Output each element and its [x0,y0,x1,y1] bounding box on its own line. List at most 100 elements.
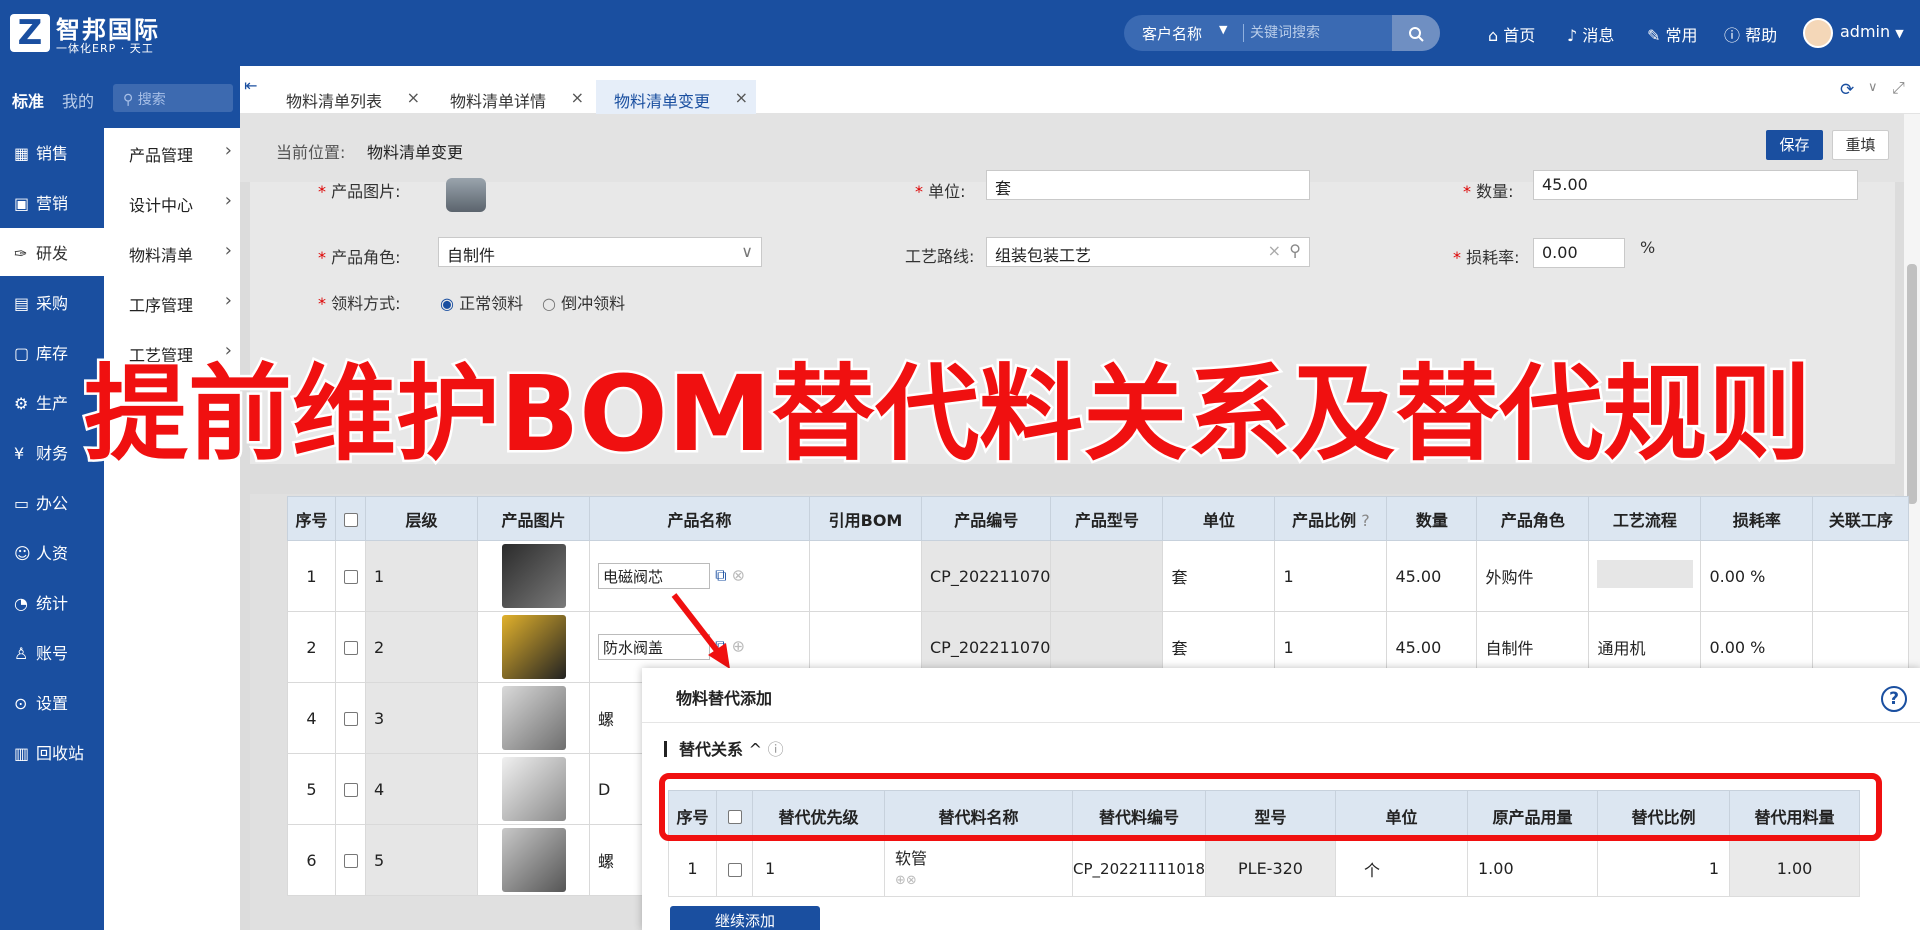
add-icon[interactable]: ⊕⊗ [895,873,917,888]
cell-related-step[interactable] [1812,540,1910,612]
cell-qty[interactable]: 45.00 [1386,540,1478,612]
save-button[interactable]: 保存 [1766,130,1823,160]
sidebar-item-account[interactable]: ♙ 账号 [0,628,104,676]
table-row[interactable]: 1 1 电磁阀芯 ⧉ ⊗ CP_202211070 套 1 45.00 外购件 … [287,540,1910,612]
checkbox[interactable] [343,512,358,527]
unit-value: 套 [995,179,1012,198]
user-name: admin [1840,22,1891,41]
cell-sub-ratio[interactable]: 1 [1597,840,1730,897]
submenu-item-product[interactable]: 产品管理 › [104,128,240,176]
search-input[interactable] [1250,19,1396,47]
chevron-down-icon[interactable]: ∨ [1868,80,1878,95]
sidebar-search[interactable]: ⚲ 搜索 [113,84,233,112]
tab-bom-detail[interactable]: 物料清单详情 × [432,80,592,114]
table-row[interactable]: 1 1 软管 ⊕⊗ CP_20221111018 PLE-320 个 1.00 1… [668,840,1860,897]
cell-select[interactable] [335,611,366,683]
role-select[interactable]: 自制件 ∨ [438,237,762,267]
sidebar-item-hr[interactable]: ☺ 人资 [0,528,104,576]
info-icon[interactable]: ⓘ [768,740,784,759]
user-menu[interactable]: admin ▼ [1840,22,1904,41]
nav-home[interactable]: ⌂ 首页 [1488,22,1535,46]
cell-loss[interactable]: 0.00 % [1700,540,1814,612]
cell-ref-bom [809,540,922,612]
avatar[interactable] [1803,18,1833,48]
sidebar-item-office[interactable]: ▭ 办公 [0,478,104,526]
cell-ratio[interactable]: 1 [1274,540,1388,612]
checkbox[interactable] [343,712,358,726]
reset-button[interactable]: 重填 [1832,130,1889,160]
caret-down-icon[interactable]: ▼ [1219,23,1227,36]
cell-role[interactable]: 外购件 [1476,540,1590,612]
nav-help[interactable]: ⓘ 帮助 [1724,22,1777,46]
help-icon[interactable]: ? [1881,686,1907,712]
unit-select[interactable]: 套 [986,170,1310,200]
quantity-field[interactable]: 45.00 [1533,170,1858,200]
sidebar-item-marketing[interactable]: ▣ 营销 [0,178,104,226]
sidebar-item-settings[interactable]: ⊙ 设置 [0,678,104,726]
cell-select[interactable] [716,840,753,897]
checkbox[interactable] [343,570,358,584]
cell-priority[interactable]: 1 [752,840,885,897]
sidebar-item-purchase[interactable]: ▤ 采购 [0,278,104,326]
cell-sub-name[interactable]: 软管 ⊕⊗ [884,840,1073,897]
nav-favorites[interactable]: ✎ 常用 [1647,22,1698,46]
sidebar-tab-standard[interactable]: 标准 [12,88,44,112]
clear-icon[interactable]: × [1268,241,1281,260]
search-field-select[interactable]: 客户名称 [1142,23,1202,44]
close-icon[interactable]: × [571,88,584,107]
remove-icon[interactable]: ⊗ [732,566,745,585]
product-thumbnail[interactable] [501,828,566,892]
section-header[interactable]: 替代关系 ^ ⓘ [664,736,784,760]
product-thumbnail[interactable] [501,686,566,750]
submenu-item-design[interactable]: 设计中心 › [104,178,240,226]
checkbox[interactable] [343,783,358,797]
cell-image [477,824,590,896]
cell-select[interactable] [335,753,366,825]
cell-unit[interactable]: 个 [1335,840,1468,897]
search-icon[interactable]: ⚲ [1289,241,1301,260]
submenu-item-bom[interactable]: 物料清单 › [104,228,240,276]
briefcase-icon: ▭ [14,494,30,513]
sidebar-item-recycle[interactable]: ▥ 回收站 [0,728,104,776]
product-thumbnail[interactable] [501,757,566,821]
loss-field[interactable]: 0.00 [1533,238,1625,268]
cell-process[interactable] [1588,540,1702,612]
chevron-up-icon[interactable]: ^ [749,740,762,759]
cell-select[interactable] [335,682,366,754]
cell-select[interactable] [335,824,366,896]
close-icon[interactable]: × [735,88,748,107]
tab-bom-change[interactable]: 物料清单变更 × [596,80,756,114]
checkbox[interactable] [727,862,742,877]
product-thumbnail[interactable] [501,615,566,679]
sidebar-tab-mine[interactable]: 我的 [62,88,94,112]
checkbox[interactable] [343,641,358,655]
col-role: 产品角色 [1476,496,1590,541]
refresh-icon[interactable]: ⟳ [1840,80,1854,100]
product-thumbnail[interactable] [501,544,566,608]
search-button[interactable] [1392,15,1440,51]
tab-bom-list[interactable]: 物料清单列表 × [268,80,428,114]
process-field[interactable] [1597,560,1694,588]
pick-radio-normal[interactable]: ◉ 正常领料 [440,290,523,314]
replace-icon[interactable]: ⧉ [715,566,726,585]
close-icon[interactable]: × [407,88,420,107]
cell-select[interactable] [335,540,366,612]
pick-radio-backflush[interactable]: ○ 倒冲领料 [542,290,625,314]
col-select[interactable] [335,496,366,541]
collapse-icon[interactable]: ⇤ [244,76,257,95]
help-icon[interactable]: ? [1356,511,1370,530]
cell-orig-qty[interactable]: 1.00 [1467,840,1598,897]
cell-unit[interactable]: 套 [1162,540,1276,612]
submenu-item-procedure[interactable]: 工序管理 › [104,278,240,326]
sidebar-item-stats[interactable]: ◔ 统计 [0,578,104,626]
sidebar-item-sales[interactable]: ▦ 销售 [0,128,104,176]
product-image[interactable] [446,178,486,212]
route-field[interactable]: 组装包装工艺 × ⚲ [986,237,1310,267]
fullscreen-icon[interactable]: ⤢ [1892,78,1905,98]
brand-logo[interactable]: Z [10,14,50,52]
scrollbar-thumb[interactable] [1907,264,1917,504]
checkbox[interactable] [343,854,358,868]
sidebar-item-rnd[interactable]: ✑ 研发 [0,228,104,276]
continue-add-button[interactable]: 继续添加 [670,906,820,930]
nav-messages[interactable]: ♪ 消息 [1567,22,1614,46]
